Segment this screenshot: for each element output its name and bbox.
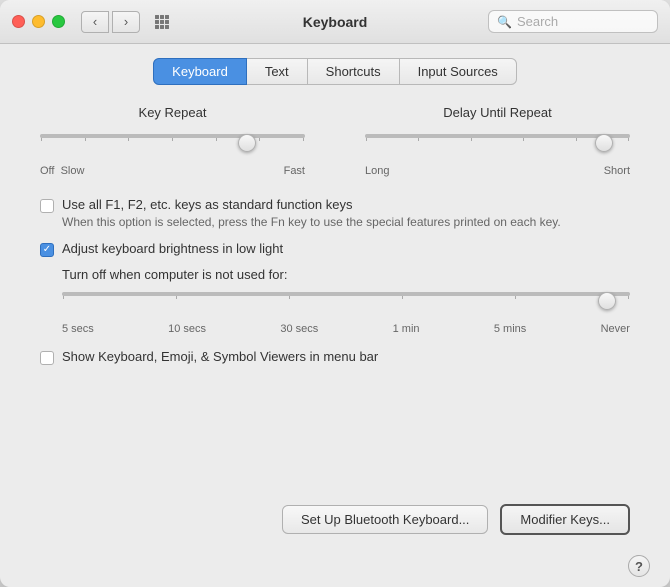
function-keys-desc: When this option is selected, press the … bbox=[62, 214, 561, 231]
turnoff-thumb[interactable] bbox=[598, 292, 616, 310]
key-repeat-track bbox=[40, 134, 305, 138]
show-viewers-row: Show Keyboard, Emoji, & Symbol Viewers i… bbox=[40, 349, 630, 365]
keyboard-brightness-label: Adjust keyboard brightness in low light bbox=[62, 241, 283, 256]
back-button[interactable]: ‹ bbox=[81, 11, 109, 33]
turnoff-label-5mins: 5 mins bbox=[494, 323, 526, 335]
keyboard-brightness-row: ✓ Adjust keyboard brightness in low ligh… bbox=[40, 241, 630, 257]
function-keys-row: Use all F1, F2, etc. keys as standard fu… bbox=[40, 197, 630, 231]
key-repeat-labels: Off Slow Fast bbox=[40, 165, 305, 177]
show-viewers-checkbox[interactable] bbox=[40, 351, 54, 365]
window-title: Keyboard bbox=[303, 14, 368, 30]
maximize-button[interactable] bbox=[52, 15, 65, 28]
key-repeat-group: Key Repeat bbox=[40, 105, 305, 177]
delay-repeat-slider-container bbox=[365, 134, 630, 159]
delay-repeat-thumb[interactable] bbox=[595, 134, 613, 152]
keyboard-brightness-checkbox[interactable]: ✓ bbox=[40, 243, 54, 257]
search-box[interactable]: 🔍 Search bbox=[488, 10, 658, 33]
tab-input-sources[interactable]: Input Sources bbox=[399, 58, 517, 85]
tab-shortcuts[interactable]: Shortcuts bbox=[307, 58, 400, 85]
search-icon: 🔍 bbox=[497, 15, 512, 29]
turnoff-slider-group: 5 secs 10 secs 30 secs 1 min 5 mins Neve… bbox=[62, 292, 630, 335]
modifier-keys-button[interactable]: Modifier Keys... bbox=[500, 504, 630, 535]
turnoff-label-never: Never bbox=[601, 323, 630, 335]
delay-repeat-group: Delay Until Repeat bbox=[365, 105, 630, 177]
close-button[interactable] bbox=[12, 15, 25, 28]
search-placeholder: Search bbox=[517, 14, 558, 29]
tab-text[interactable]: Text bbox=[246, 58, 308, 85]
tab-keyboard[interactable]: Keyboard bbox=[153, 58, 247, 85]
turnoff-label-5secs: 5 secs bbox=[62, 323, 94, 335]
turnoff-slider-container bbox=[62, 292, 630, 317]
show-viewers-label: Show Keyboard, Emoji, & Symbol Viewers i… bbox=[62, 349, 378, 364]
key-repeat-thumb[interactable] bbox=[238, 134, 256, 152]
turnoff-label-30secs: 30 secs bbox=[280, 323, 318, 335]
sliders-row: Key Repeat bbox=[40, 105, 630, 177]
tabbar: Keyboard Text Shortcuts Input Sources bbox=[0, 44, 670, 95]
keyboard-brightness-content: Adjust keyboard brightness in low light bbox=[62, 241, 283, 256]
content-area: Key Repeat bbox=[0, 95, 670, 488]
keyboard-preferences-window: ‹ › Keyboard 🔍 Search Keyboard Text bbox=[0, 0, 670, 587]
key-repeat-slider-container bbox=[40, 134, 305, 159]
traffic-lights bbox=[12, 15, 65, 28]
turnoff-label-10secs: 10 secs bbox=[168, 323, 206, 335]
turnoff-track bbox=[62, 292, 630, 296]
help-button[interactable]: ? bbox=[628, 555, 650, 577]
forward-button[interactable]: › bbox=[112, 11, 140, 33]
delay-repeat-label: Delay Until Repeat bbox=[365, 105, 630, 120]
turnoff-label-1min: 1 min bbox=[393, 323, 420, 335]
bottom-bar: Set Up Bluetooth Keyboard... Modifier Ke… bbox=[0, 488, 670, 555]
key-repeat-left-label: Off Slow bbox=[40, 165, 84, 177]
grid-button[interactable] bbox=[148, 11, 176, 33]
delay-repeat-labels: Long Short bbox=[365, 165, 630, 177]
show-viewers-content: Show Keyboard, Emoji, & Symbol Viewers i… bbox=[62, 349, 378, 364]
delay-repeat-right-label: Short bbox=[604, 165, 630, 177]
turnoff-tick-labels: 5 secs 10 secs 30 secs 1 min 5 mins Neve… bbox=[62, 323, 630, 335]
key-repeat-label: Key Repeat bbox=[40, 105, 305, 120]
minimize-button[interactable] bbox=[32, 15, 45, 28]
delay-repeat-left-label: Long bbox=[365, 165, 389, 177]
function-keys-label: Use all F1, F2, etc. keys as standard fu… bbox=[62, 197, 561, 212]
bluetooth-button[interactable]: Set Up Bluetooth Keyboard... bbox=[282, 505, 488, 534]
turnoff-label: Turn off when computer is not used for: bbox=[62, 267, 630, 282]
help-area: ? bbox=[0, 555, 670, 587]
function-keys-checkbox[interactable] bbox=[40, 199, 54, 213]
delay-repeat-track bbox=[365, 134, 630, 138]
key-repeat-right-label: Fast bbox=[284, 165, 305, 177]
titlebar: ‹ › Keyboard 🔍 Search bbox=[0, 0, 670, 44]
function-keys-content: Use all F1, F2, etc. keys as standard fu… bbox=[62, 197, 561, 231]
nav-buttons: ‹ › bbox=[81, 11, 140, 33]
